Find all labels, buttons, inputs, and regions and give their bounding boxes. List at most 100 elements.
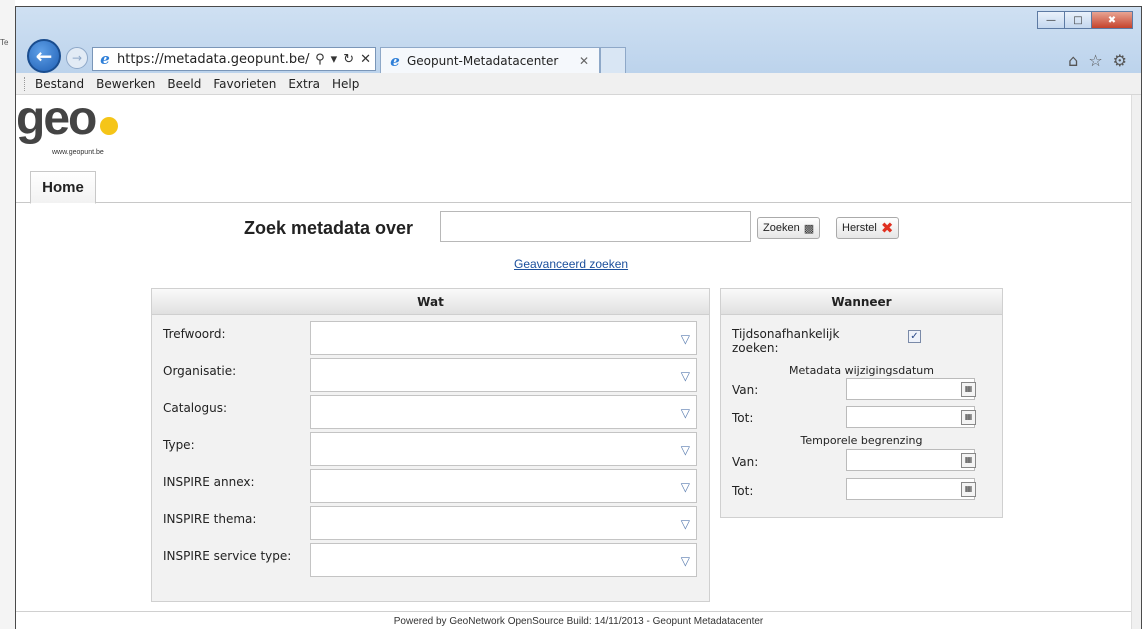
menu-item-bewerken[interactable]: Bewerken — [96, 77, 155, 91]
maximize-button[interactable]: □ — [1064, 11, 1092, 29]
geopunt-logo[interactable]: geo www.geopunt.be — [16, 92, 156, 165]
meta-from-input[interactable] — [846, 378, 975, 400]
inspire-thema-select[interactable]: ▽ — [310, 506, 697, 540]
ie-icon: e — [100, 50, 110, 68]
red-x-icon: ✖ — [880, 219, 894, 237]
calendar-icon[interactable]: ▦ — [961, 482, 976, 497]
menu-bar: Bestand Bewerken Beeld Favorieten Extra … — [16, 73, 1141, 95]
wat-panel: Wat Trefwoord: ▽ Organisatie: ▽ Catalogu… — [151, 288, 710, 602]
meta-to-input[interactable] — [846, 406, 975, 428]
footer: Powered by GeoNetwork OpenSource Build: … — [16, 611, 1141, 629]
temp-to-input[interactable] — [846, 478, 975, 500]
browser-tab[interactable]: e Geopunt-Metadatacenter ✕ — [380, 47, 600, 73]
wat-row-inspire-annex: INSPIRE annex: ▽ — [152, 469, 709, 503]
calendar-icon[interactable]: ▦ — [961, 453, 976, 468]
inspire-service-type-select[interactable]: ▽ — [310, 543, 697, 577]
site-nav: Home — [16, 165, 1141, 204]
tab-home[interactable]: Home — [30, 171, 96, 204]
calendar-icon[interactable]: ▦ — [961, 410, 976, 425]
search-button-label: Zoeken — [763, 222, 800, 234]
calendar-icon[interactable]: ▦ — [961, 382, 976, 397]
meta-to-label: Tot: — [732, 411, 754, 425]
reset-button-label: Herstel — [842, 222, 877, 234]
stop-icon[interactable]: ✕ — [360, 52, 371, 67]
field-label: INSPIRE annex: — [163, 475, 255, 489]
refresh-icon[interactable]: ↻ — [343, 52, 354, 67]
wanneer-panel: Wanneer Tijdsonafhankelijk zoeken: ✓ Met… — [720, 288, 1003, 518]
settings-gear-icon[interactable]: ⚙ — [1113, 51, 1127, 70]
menu-grip — [24, 76, 27, 91]
trefwoord-select[interactable]: ▽ — [310, 321, 697, 355]
field-label: Type: — [163, 438, 195, 452]
temp-from-label: Van: — [732, 455, 759, 469]
tab-ie-icon: e — [390, 51, 400, 70]
dropdown-arrow-icon[interactable]: ▽ — [681, 554, 690, 568]
url-text[interactable]: https://metadata.geopunt.be/ — [117, 52, 315, 67]
search-button[interactable]: Zoeken ▩ — [757, 217, 821, 239]
field-label: INSPIRE thema: — [163, 512, 257, 526]
binoculars-icon: ▩ — [803, 221, 815, 235]
reset-button[interactable]: Herstel ✖ — [836, 217, 900, 239]
address-bar[interactable]: e https://metadata.geopunt.be/ ⚲ ▾ ↻ ✕ — [92, 47, 376, 71]
dropdown-arrow-icon[interactable]: ▽ — [681, 480, 690, 494]
search-row: Zoek metadata over Zoeken ▩ Herstel ✖ — [16, 208, 1141, 248]
forward-button[interactable]: → — [66, 47, 88, 69]
field-label: Trefwoord: — [163, 327, 226, 341]
wat-row-inspire-service-type: INSPIRE service type: ▽ — [152, 543, 709, 577]
browser-window: — □ ✖ ← → e https://metadata.geopunt.be/… — [15, 6, 1142, 629]
wat-row-type: Type: ▽ — [152, 432, 709, 466]
catalogus-select[interactable]: ▽ — [310, 395, 697, 429]
logo-url: www.geopunt.be — [52, 149, 104, 156]
close-window-button[interactable]: ✖ — [1091, 11, 1133, 29]
search-input[interactable] — [440, 211, 751, 242]
dropdown-icon[interactable]: ▾ — [331, 52, 338, 67]
logo-wordmark: geo — [16, 92, 97, 145]
advanced-search-link[interactable]: Geavanceerd zoeken — [514, 257, 628, 271]
arrow-right-icon: → — [71, 51, 83, 65]
menu-item-bestand[interactable]: Bestand — [35, 77, 84, 91]
metadata-date-section: Metadata wijzigingsdatum — [789, 364, 934, 377]
timeless-label-line2: zoeken: — [732, 341, 779, 355]
new-tab-button[interactable] — [600, 47, 626, 73]
background-desktop — [0, 0, 15, 629]
wat-row-organisatie: Organisatie: ▽ — [152, 358, 709, 392]
meta-from-label: Van: — [732, 383, 759, 397]
type-select[interactable]: ▽ — [310, 432, 697, 466]
menu-item-beeld[interactable]: Beeld — [167, 77, 201, 91]
background-text: Te — [0, 38, 9, 47]
home-icon[interactable]: ⌂ — [1068, 51, 1078, 70]
tab-close-icon[interactable]: ✕ — [579, 54, 589, 68]
dropdown-arrow-icon[interactable]: ▽ — [681, 369, 690, 383]
dropdown-arrow-icon[interactable]: ▽ — [681, 443, 690, 457]
field-label: Catalogus: — [163, 401, 227, 415]
minimize-button[interactable]: — — [1037, 11, 1065, 29]
back-button[interactable]: ← — [27, 39, 61, 73]
timeless-label-line1: Tijdsonafhankelijk — [732, 327, 840, 341]
dropdown-arrow-icon[interactable]: ▽ — [681, 517, 690, 531]
vertical-scrollbar[interactable] — [1131, 95, 1141, 629]
browser-toolbar-right: ⌂ ☆ ⚙ — [1068, 51, 1127, 70]
timeless-checkbox[interactable]: ✓ — [908, 330, 921, 343]
web-page: geo www.geopunt.be Home Zoek metadata ov… — [16, 92, 1141, 629]
wat-row-trefwoord: Trefwoord: ▽ — [152, 321, 709, 355]
wat-row-catalogus: Catalogus: ▽ — [152, 395, 709, 429]
menu-item-help[interactable]: Help — [332, 77, 359, 91]
window-controls: — □ ✖ — [1037, 11, 1133, 29]
organisatie-select[interactable]: ▽ — [310, 358, 697, 392]
wat-row-inspire-thema: INSPIRE thema: ▽ — [152, 506, 709, 540]
favorites-star-icon[interactable]: ☆ — [1088, 51, 1102, 70]
arrow-left-icon: ← — [35, 44, 53, 68]
search-icon[interactable]: ⚲ — [315, 52, 325, 67]
menu-item-favorieten[interactable]: Favorieten — [213, 77, 276, 91]
dropdown-arrow-icon[interactable]: ▽ — [681, 406, 690, 420]
tab-title: Geopunt-Metadatacenter — [407, 53, 559, 68]
wat-header: Wat — [152, 289, 709, 315]
dropdown-arrow-icon[interactable]: ▽ — [681, 332, 690, 346]
inspire-annex-select[interactable]: ▽ — [310, 469, 697, 503]
menu-item-extra[interactable]: Extra — [288, 77, 320, 91]
temp-to-label: Tot: — [732, 484, 754, 498]
temp-from-input[interactable] — [846, 449, 975, 471]
address-tools: ⚲ ▾ ↻ ✕ — [315, 52, 375, 67]
field-label: Organisatie: — [163, 364, 237, 378]
field-label: INSPIRE service type: — [163, 549, 292, 563]
